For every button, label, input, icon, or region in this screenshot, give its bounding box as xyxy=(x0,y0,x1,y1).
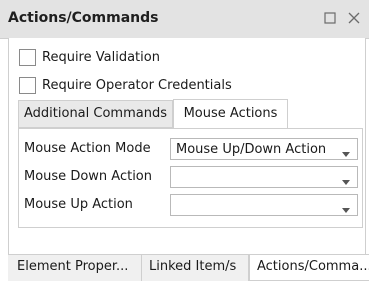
mouse-action-mode-dropdown[interactable]: Mouse Up/Down Action xyxy=(170,138,358,160)
checkbox-label: Require Operator Credentials xyxy=(42,78,232,93)
panel-titlebar: Actions/Commands xyxy=(0,0,369,39)
tab-linked-items[interactable]: Linked Item/s xyxy=(142,255,249,281)
close-icon[interactable] xyxy=(347,11,361,25)
tab-additional-commands[interactable]: Additional Commands xyxy=(18,100,173,128)
mouse-down-action-dropdown[interactable] xyxy=(170,166,358,188)
mouse-up-action-dropdown[interactable] xyxy=(170,194,358,216)
mouse-down-action-label: Mouse Down Action xyxy=(24,169,152,184)
chevron-down-icon xyxy=(342,175,350,185)
tab-mouse-actions[interactable]: Mouse Actions xyxy=(173,99,288,129)
actions-commands-panel: Actions/Commands Require Validation Requ… xyxy=(0,0,369,281)
checkbox-box[interactable] xyxy=(19,49,36,66)
maximize-icon[interactable] xyxy=(323,11,337,25)
tab-actions-commands[interactable]: Actions/Comma... xyxy=(249,255,369,281)
chevron-down-icon xyxy=(342,147,350,157)
bottom-tab-strip: Element Proper... Linked Item/s Actions/… xyxy=(8,254,369,281)
checkbox-label: Require Validation xyxy=(42,50,160,65)
checkbox-box[interactable] xyxy=(19,77,36,94)
chevron-down-icon xyxy=(342,203,350,213)
mouse-up-action-label: Mouse Up Action xyxy=(24,197,133,212)
tab-element-properties[interactable]: Element Proper... xyxy=(10,255,142,281)
mouse-action-mode-label: Mouse Action Mode xyxy=(24,141,151,156)
panel-title: Actions/Commands xyxy=(8,10,159,26)
dropdown-value: Mouse Up/Down Action xyxy=(176,142,327,157)
